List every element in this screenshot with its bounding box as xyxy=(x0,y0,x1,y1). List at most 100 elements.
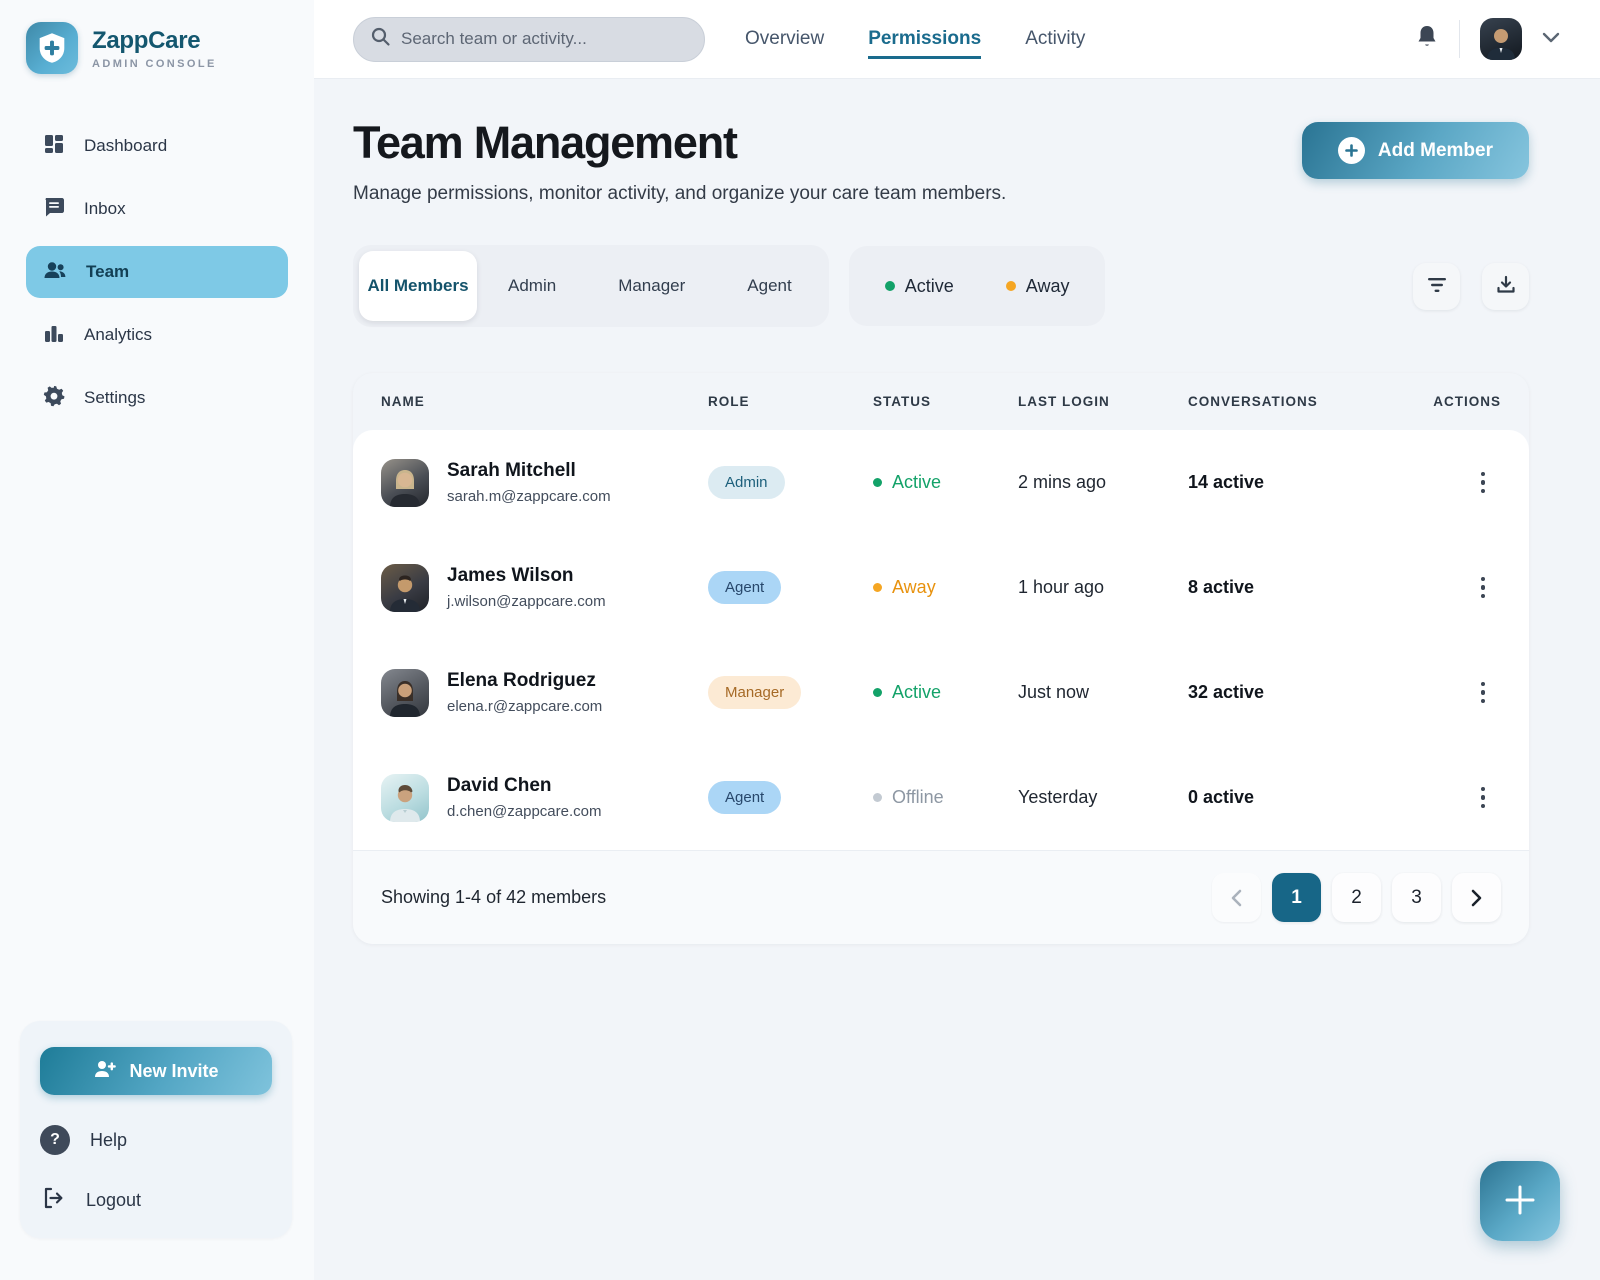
member-email: j.wilson@zappcare.com xyxy=(447,593,606,610)
plus-circle-icon xyxy=(1338,137,1365,164)
pagination-summary: Showing 1-4 of 42 members xyxy=(381,887,606,908)
status-dot-icon xyxy=(873,583,882,592)
row-menu-button[interactable] xyxy=(1481,577,1502,599)
tab-permissions[interactable]: Permissions xyxy=(868,20,981,59)
sidebar-item-label: Analytics xyxy=(84,325,152,345)
sidebar-nav: Dashboard Inbox Team xyxy=(0,120,314,424)
role-badge: Agent xyxy=(708,571,781,604)
sidebar-item-dashboard[interactable]: Dashboard xyxy=(26,120,288,172)
role-tab-admin[interactable]: Admin xyxy=(477,276,587,296)
logout-icon xyxy=(40,1185,66,1216)
search-bar[interactable] xyxy=(353,17,705,62)
question-icon: ? xyxy=(40,1125,70,1155)
user-avatar[interactable] xyxy=(1480,18,1522,60)
role-filter-tabs: All Members Admin Manager Agent xyxy=(353,245,829,327)
row-menu-button[interactable] xyxy=(1481,682,1502,704)
status-filter-active[interactable]: Active xyxy=(885,276,954,297)
status-filter-away[interactable]: Away xyxy=(1006,276,1070,297)
status-cell: Active xyxy=(873,472,1018,493)
status-cell: Offline xyxy=(873,787,1018,808)
topbar-tabs: Overview Permissions Activity xyxy=(745,0,1085,78)
member-email: d.chen@zappcare.com xyxy=(447,803,601,820)
member-name: Elena Rodriguez xyxy=(447,670,602,692)
column-header-status: STATUS xyxy=(873,394,1018,409)
conversations: 32 active xyxy=(1188,682,1422,703)
role-tab-agent[interactable]: Agent xyxy=(716,276,822,296)
filter-button[interactable] xyxy=(1413,263,1460,310)
sidebar-item-inbox[interactable]: Inbox xyxy=(26,183,288,235)
column-header-role: ROLE xyxy=(708,394,873,409)
sidebar-item-team[interactable]: Team xyxy=(26,246,288,298)
chevron-down-icon[interactable] xyxy=(1542,30,1560,48)
sidebar: ZappCare ADMIN CONSOLE Dashboard xyxy=(0,0,314,1280)
avatar xyxy=(381,774,429,822)
next-page-button[interactable] xyxy=(1452,873,1501,922)
sidebar-footer-card: New Invite ? Help Logout xyxy=(20,1021,292,1238)
page-button-1[interactable]: 1 xyxy=(1272,873,1321,922)
role-badge: Manager xyxy=(708,676,801,709)
column-header-last-login: LAST LOGIN xyxy=(1018,394,1188,409)
active-dot-icon xyxy=(885,281,895,291)
filter-icon xyxy=(1427,277,1447,296)
bell-icon[interactable] xyxy=(1415,24,1439,55)
page-subtitle: Manage permissions, monitor activity, an… xyxy=(353,183,1006,205)
status-dot-icon xyxy=(873,793,882,802)
team-icon xyxy=(42,258,68,287)
conversations: 8 active xyxy=(1188,577,1422,598)
last-login: 1 hour ago xyxy=(1018,577,1188,598)
page-button-3[interactable]: 3 xyxy=(1392,873,1441,922)
role-badge: Agent xyxy=(708,781,781,814)
divider xyxy=(1459,20,1460,58)
status-cell: Active xyxy=(873,682,1018,703)
role-tab-all-members[interactable]: All Members xyxy=(359,251,477,321)
sidebar-item-label: Team xyxy=(86,262,129,282)
add-member-button[interactable]: Add Member xyxy=(1302,122,1529,179)
column-header-actions: ACTIONS xyxy=(1433,394,1501,409)
new-invite-button[interactable]: New Invite xyxy=(40,1047,272,1095)
status-cell: Away xyxy=(873,577,1018,598)
member-name: James Wilson xyxy=(447,565,606,587)
tab-overview[interactable]: Overview xyxy=(745,20,824,59)
column-header-conversations: CONVERSATIONS xyxy=(1188,394,1422,409)
status-filter-label: Active xyxy=(905,276,954,297)
pagination: 1 2 3 xyxy=(1212,873,1501,922)
avatar xyxy=(381,564,429,612)
row-menu-button[interactable] xyxy=(1481,787,1502,809)
table-header: NAME ROLE STATUS LAST LOGIN CONVERSATION… xyxy=(353,373,1529,430)
plus-icon xyxy=(1504,1184,1536,1219)
member-name: David Chen xyxy=(447,775,601,797)
page-button-2[interactable]: 2 xyxy=(1332,873,1381,922)
sidebar-item-settings[interactable]: Settings xyxy=(26,372,288,424)
table-row: Sarah Mitchell sarah.m@zappcare.com Admi… xyxy=(353,430,1529,535)
avatar xyxy=(381,459,429,507)
table-row: David Chen d.chen@zappcare.com Agent Off… xyxy=(353,745,1529,850)
conversations: 0 active xyxy=(1188,787,1422,808)
sidebar-item-analytics[interactable]: Analytics xyxy=(26,309,288,361)
gear-icon xyxy=(42,384,66,413)
brand-name: ZappCare xyxy=(92,27,217,55)
logout-label: Logout xyxy=(86,1190,141,1211)
status-legend: Active Away xyxy=(849,246,1106,326)
brand: ZappCare ADMIN CONSOLE xyxy=(0,0,314,92)
member-name: Sarah Mitchell xyxy=(447,460,611,482)
prev-page-button[interactable] xyxy=(1212,873,1261,922)
tab-activity[interactable]: Activity xyxy=(1025,20,1085,59)
brand-tagline: ADMIN CONSOLE xyxy=(92,58,217,70)
logout-link[interactable]: Logout xyxy=(40,1185,272,1216)
role-tab-manager[interactable]: Manager xyxy=(587,276,716,296)
content-area: Team Management Manage permissions, moni… xyxy=(314,79,1600,1280)
last-login: Yesterday xyxy=(1018,787,1188,808)
table-footer: Showing 1-4 of 42 members 1 2 3 xyxy=(353,850,1529,944)
members-table: NAME ROLE STATUS LAST LOGIN CONVERSATION… xyxy=(353,373,1529,944)
chat-icon xyxy=(42,195,66,224)
search-input[interactable] xyxy=(401,29,688,49)
last-login: 2 mins ago xyxy=(1018,472,1188,493)
export-button[interactable] xyxy=(1482,263,1529,310)
help-link[interactable]: ? Help xyxy=(40,1125,272,1155)
row-menu-button[interactable] xyxy=(1481,472,1502,494)
conversations: 14 active xyxy=(1188,472,1422,493)
person-plus-icon xyxy=(93,1059,117,1084)
brand-shield-icon xyxy=(26,22,78,74)
fab-add-button[interactable] xyxy=(1480,1161,1560,1241)
away-dot-icon xyxy=(1006,281,1016,291)
